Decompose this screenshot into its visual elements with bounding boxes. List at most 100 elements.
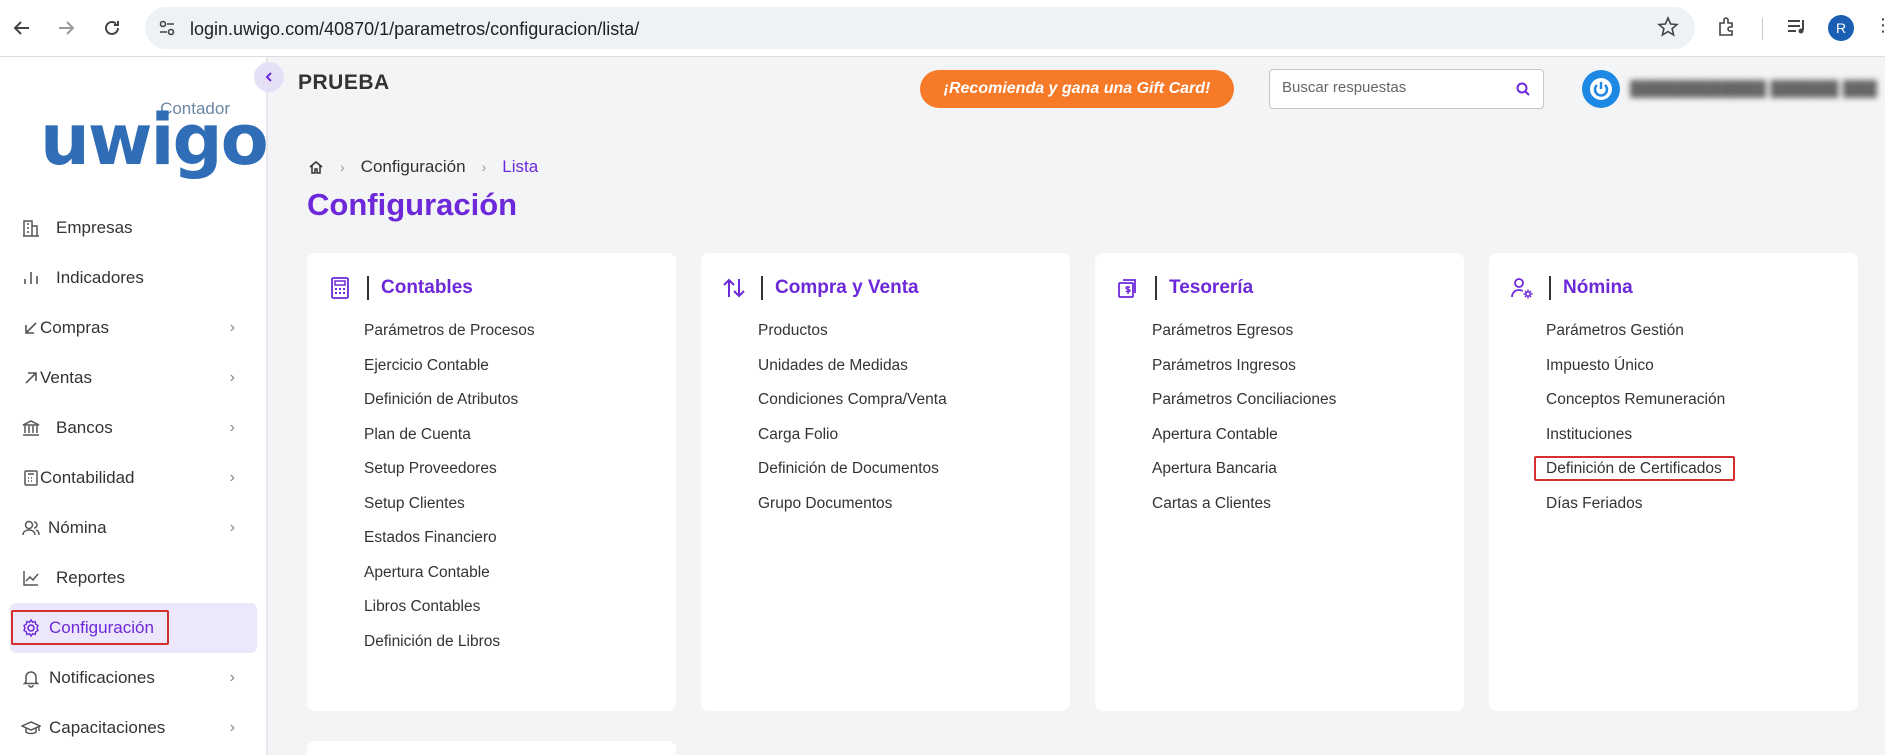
line-chart-icon	[20, 567, 42, 589]
divider	[1155, 276, 1157, 300]
search-box[interactable]	[1269, 69, 1544, 109]
sidebar-item-capacitaciones[interactable]: Capacitaciones ›	[10, 703, 257, 753]
link-grupo-documentos[interactable]: Grupo Documentos	[758, 487, 947, 522]
arrow-up-right-icon	[20, 367, 42, 389]
forward-arrow-icon[interactable]	[52, 14, 80, 42]
reload-icon[interactable]	[98, 14, 126, 42]
link-definicion-de-atributos[interactable]: Definición de Atributos	[364, 383, 535, 418]
sidebar-item-label: Capacitaciones	[49, 718, 166, 737]
link-ejercicio-contable[interactable]: Ejercicio Contable	[364, 349, 535, 384]
power-icon[interactable]	[1582, 70, 1620, 108]
extensions-icon[interactable]	[1715, 15, 1739, 44]
link-parametros-de-procesos[interactable]: Parámetros de Procesos	[364, 314, 535, 349]
sidebar-item-notificaciones[interactable]: Notificaciones ›	[10, 653, 257, 703]
card-tesoreria: Tesorería Parámetros Egresos Parámetros …	[1095, 253, 1464, 711]
calculator-icon	[327, 275, 353, 301]
bar-chart-icon	[20, 267, 42, 289]
company-name: PRUEBA	[298, 71, 390, 94]
link-definicion-de-libros[interactable]: Definición de Libros	[364, 625, 535, 660]
card-links: Parámetros Egresos Parámetros Ingresos P…	[1152, 314, 1336, 521]
divider	[761, 276, 763, 300]
uwigo-logo[interactable]: Contador uwigo	[40, 99, 269, 179]
chevron-left-icon	[265, 72, 272, 82]
highlight-box	[1534, 456, 1735, 481]
bank-icon	[20, 417, 42, 439]
link-parametros-gestion[interactable]: Parámetros Gestión	[1546, 314, 1725, 349]
star-icon[interactable]	[1657, 15, 1679, 43]
link-parametros-conciliaciones[interactable]: Parámetros Conciliaciones	[1152, 383, 1336, 418]
back-arrow-icon[interactable]	[8, 14, 36, 42]
link-dias-feriados[interactable]: Días Feriados	[1546, 487, 1725, 522]
sidebar-item-ventas[interactable]: Ventas ›	[10, 353, 257, 403]
browser-toolbar: login.uwigo.com/40870/1/parametros/confi…	[0, 0, 1885, 57]
link-apertura-contable[interactable]: Apertura Contable	[364, 556, 535, 591]
search-input[interactable]	[1282, 79, 1502, 96]
sidebar-item-bancos[interactable]: Bancos ›	[10, 403, 257, 453]
highlight-box	[11, 610, 169, 645]
chevron-right-icon: ›	[229, 419, 235, 436]
bell-icon	[20, 667, 42, 689]
divider	[367, 276, 369, 300]
chevron-right-icon: ›	[229, 319, 235, 336]
search-icon[interactable]	[1515, 81, 1531, 102]
link-estados-financiero[interactable]: Estados Financiero	[364, 521, 535, 556]
link-apertura-contable[interactable]: Apertura Contable	[1152, 418, 1336, 453]
sidebar-item-empresas[interactable]: Empresas	[10, 203, 257, 253]
logo-wordmark: uwigo	[40, 99, 269, 181]
sidebar-item-label: Bancos	[56, 418, 113, 437]
sidebar-item-contabilidad[interactable]: Contabilidad ›	[10, 453, 257, 503]
calculator-icon	[20, 467, 42, 489]
building-icon	[20, 217, 42, 239]
link-impuesto-unico[interactable]: Impuesto Único	[1546, 349, 1725, 384]
link-cartas-a-clientes[interactable]: Cartas a Clientes	[1152, 487, 1336, 522]
sidebar-item-label: Indicadores	[56, 268, 144, 287]
link-carga-folio[interactable]: Carga Folio	[758, 418, 947, 453]
sidebar-item-nomina[interactable]: Nómina ›	[10, 503, 257, 553]
link-parametros-ingresos[interactable]: Parámetros Ingresos	[1152, 349, 1336, 384]
site-settings-icon[interactable]	[157, 18, 177, 43]
sidebar-item-configuracion[interactable]: Configuración	[10, 603, 257, 653]
card-title: Compra y Venta	[775, 277, 919, 298]
collapse-sidebar-button[interactable]	[254, 62, 284, 92]
sidebar-item-label: Reportes	[56, 568, 125, 587]
link-condiciones-compra-venta[interactable]: Condiciones Compra/Venta	[758, 383, 947, 418]
chevron-right-icon: ›	[229, 669, 235, 686]
divider	[1549, 276, 1551, 300]
sidebar-item-indicadores[interactable]: Indicadores	[10, 253, 257, 303]
link-productos[interactable]: Productos	[758, 314, 947, 349]
link-setup-clientes[interactable]: Setup Clientes	[364, 487, 535, 522]
profile-avatar[interactable]: R	[1828, 15, 1854, 41]
sidebar-item-label: Notificaciones	[49, 668, 155, 687]
card-title: Nómina	[1563, 277, 1633, 298]
card-links: Productos Unidades de Medidas Condicione…	[758, 314, 947, 521]
link-conceptos-remuneracion[interactable]: Conceptos Remuneración	[1546, 383, 1725, 418]
link-apertura-bancaria[interactable]: Apertura Bancaria	[1152, 452, 1336, 487]
address-bar[interactable]: login.uwigo.com/40870/1/parametros/confi…	[145, 7, 1695, 49]
card-nomina: Nómina Parámetros Gestión Impuesto Único…	[1489, 253, 1858, 711]
link-setup-proveedores[interactable]: Setup Proveedores	[364, 452, 535, 487]
link-libros-contables[interactable]: Libros Contables	[364, 590, 535, 625]
link-parametros-egresos[interactable]: Parámetros Egresos	[1152, 314, 1336, 349]
link-instituciones[interactable]: Instituciones	[1546, 418, 1725, 453]
breadcrumb-lista: Lista	[502, 157, 539, 176]
link-plan-de-cuenta[interactable]: Plan de Cuenta	[364, 418, 535, 453]
toolbar-divider	[1762, 18, 1763, 40]
media-queue-icon[interactable]	[1785, 15, 1809, 44]
sidebar-item-label: Compras	[40, 318, 109, 337]
sidebar-item-compras[interactable]: Compras ›	[10, 303, 257, 353]
breadcrumb-separator: ›	[481, 159, 487, 175]
breadcrumb-configuracion[interactable]: Configuración	[361, 157, 466, 177]
chevron-right-icon: ›	[229, 719, 235, 736]
more-menu-icon[interactable]: ⋮	[1874, 15, 1885, 36]
home-icon[interactable]	[308, 159, 324, 175]
card-header: Nómina	[1509, 273, 1633, 303]
link-definicion-de-documentos[interactable]: Definición de Documentos	[758, 452, 947, 487]
user-name-blurred[interactable]: ████████████ ██████ ███	[1630, 80, 1885, 98]
chevron-right-icon: ›	[229, 369, 235, 386]
sidebar-item-reportes[interactable]: Reportes	[10, 553, 257, 603]
link-unidades-de-medidas[interactable]: Unidades de Medidas	[758, 349, 947, 384]
card-title: Contables	[381, 277, 473, 298]
card-header: Tesorería	[1115, 273, 1253, 303]
gift-card-promo-button[interactable]: ¡Recomienda y gana una Gift Card!	[920, 70, 1234, 108]
chevron-right-icon: ›	[229, 519, 235, 536]
